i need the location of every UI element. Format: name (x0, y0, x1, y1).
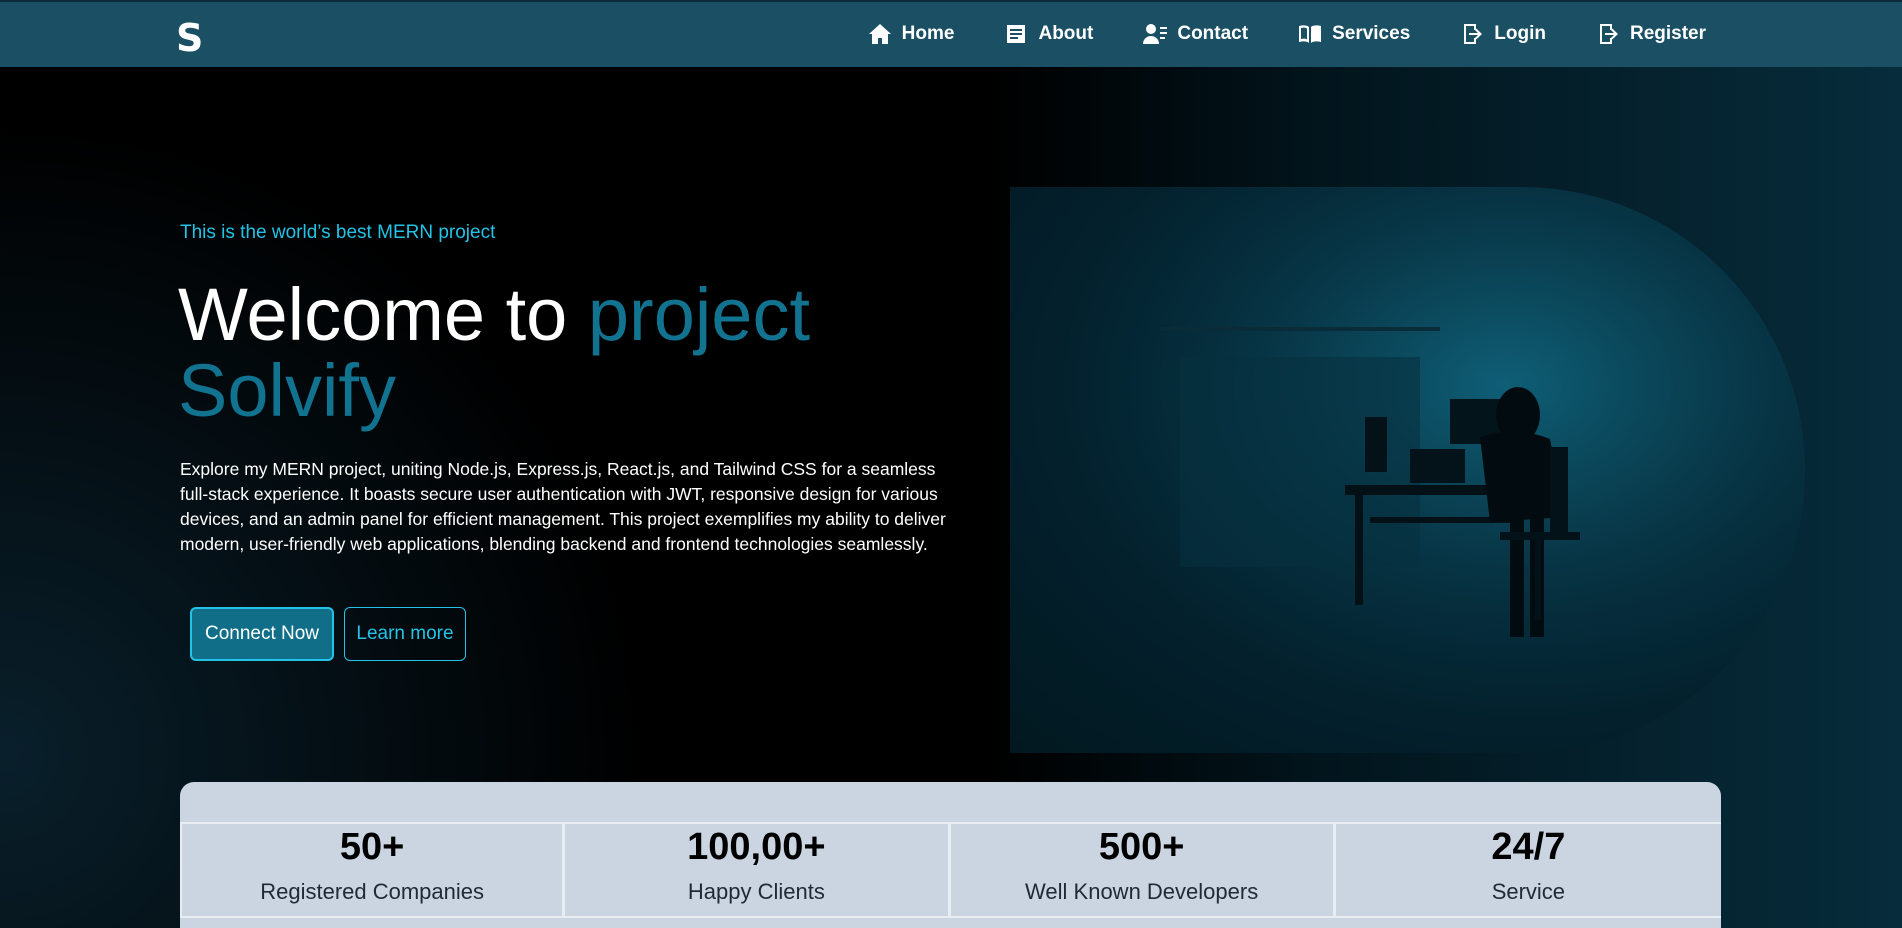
stat-value: 100,00+ (687, 826, 826, 868)
stat-label: Service (1491, 879, 1566, 904)
learn-more-button[interactable]: Learn more (344, 607, 466, 661)
headline-plain: Welcome to (178, 273, 588, 356)
login-icon (1464, 24, 1483, 44)
nav-label-login: Login (1494, 23, 1546, 44)
stat-label: Happy Clients (687, 879, 825, 904)
nav-item-login[interactable]: Login (1460, 22, 1546, 46)
stat-item: 24/7 Service (1336, 824, 1721, 916)
hacker-at-desk-image (1010, 187, 1805, 753)
stat-item: 50+ Registered Companies (180, 824, 566, 916)
stats-grid: 50+ Registered Companies 100,00+ Happy C… (180, 822, 1721, 918)
nav-item-about[interactable]: About (1004, 22, 1093, 46)
stat-item: 100,00+ Happy Clients (565, 824, 951, 916)
nav-menu: Home About Contact Services Login Regist… (868, 22, 1706, 46)
book-icon (1299, 25, 1322, 43)
nav-item-home[interactable]: Home (868, 22, 955, 46)
nav-label-home: Home (901, 23, 955, 44)
nav-label-contact: Contact (1177, 23, 1249, 44)
hero-tagline: This is the world’s best MERN project (180, 222, 496, 243)
site-logo[interactable]: S (176, 16, 203, 60)
stat-value: 500+ (1098, 826, 1185, 868)
document-icon (1007, 25, 1026, 43)
nav-label-register: Register (1629, 23, 1706, 44)
stat-label: Registered Companies (260, 879, 485, 904)
hero-description: Explore my MERN project, uniting Node.js… (180, 459, 946, 554)
stat-item: 500+ Well Known Developers (951, 824, 1336, 916)
nav-item-register[interactable]: Register (1596, 22, 1706, 46)
connect-now-button[interactable]: Connect Now (190, 607, 334, 661)
stat-value: 50+ (339, 826, 405, 868)
register-icon (1599, 24, 1618, 44)
stat-value: 24/7 (1491, 826, 1566, 868)
hero-headline: Welcome to project Solvify (178, 277, 898, 429)
nav-label-about: About (1038, 23, 1094, 44)
navbar: S Home About Contact Services Login Regi… (0, 0, 1902, 67)
home-icon (868, 24, 891, 44)
nav-label-services: Services (1332, 23, 1411, 44)
nav-item-contact[interactable]: Contact (1143, 22, 1248, 46)
nav-item-services[interactable]: Services (1298, 22, 1410, 46)
stat-label: Well Known Developers (1025, 879, 1259, 904)
stats-panel: 50+ Registered Companies 100,00+ Happy C… (180, 782, 1721, 928)
contact-icon (1143, 24, 1168, 44)
